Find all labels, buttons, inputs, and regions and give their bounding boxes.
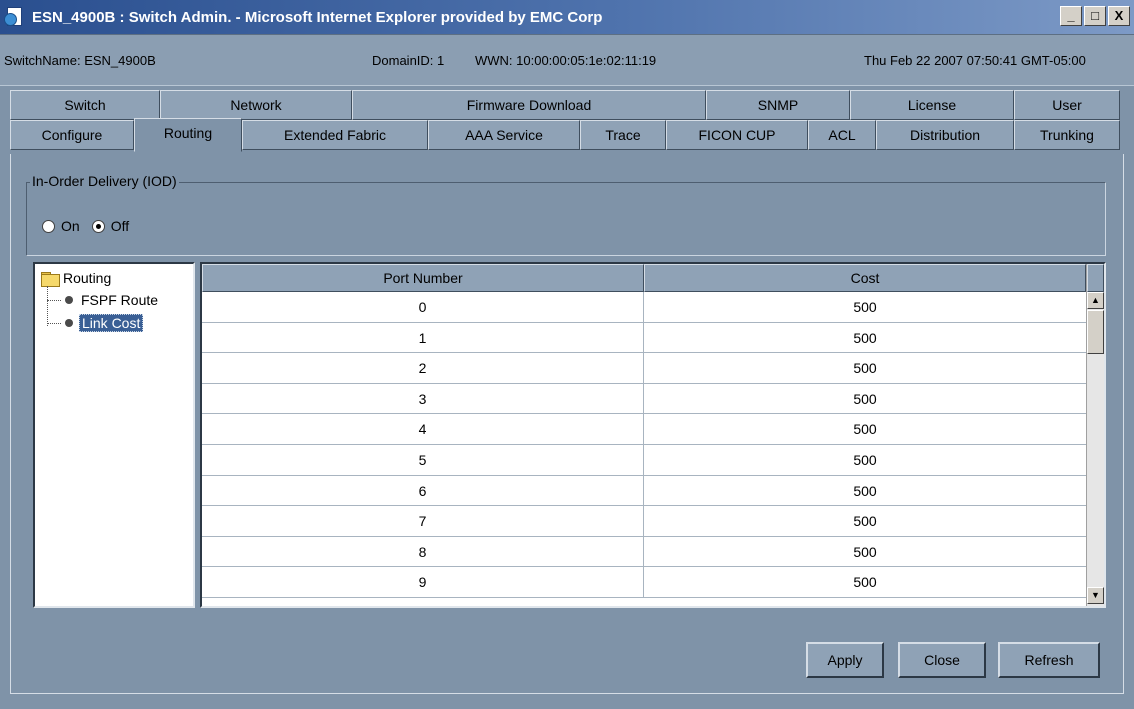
cost-cell[interactable]: 500 bbox=[644, 506, 1086, 536]
switch-admin-window: ESN_4900B : Switch Admin. - Microsoft In… bbox=[0, 0, 1134, 709]
tab-routing[interactable]: Routing bbox=[134, 118, 242, 152]
port-number-cell: 3 bbox=[202, 383, 644, 414]
radio-unchecked-icon bbox=[42, 219, 55, 233]
table-row[interactable]: 5 500 bbox=[202, 444, 1086, 476]
scroll-up-button[interactable]: ▲ bbox=[1087, 292, 1104, 309]
port-number-cell: 4 bbox=[202, 414, 644, 444]
close-button[interactable]: X bbox=[1108, 6, 1130, 26]
apply-button[interactable]: Apply bbox=[806, 642, 884, 678]
bullet-icon bbox=[65, 296, 73, 304]
scrollbar-header-pad bbox=[1087, 264, 1104, 292]
close-dialog-button[interactable]: Close bbox=[898, 642, 986, 678]
bullet-icon bbox=[65, 319, 73, 327]
tab-firmware-download[interactable]: Firmware Download bbox=[352, 90, 706, 120]
tree-root-label: Routing bbox=[63, 270, 112, 286]
tree-item-fspf-route[interactable]: FSPF Route bbox=[47, 292, 160, 308]
tab-configure[interactable]: Configure bbox=[10, 120, 134, 150]
iod-on-label: On bbox=[61, 218, 80, 234]
iod-groupbox bbox=[26, 182, 1106, 256]
domain-id: DomainID: 1 bbox=[372, 53, 445, 68]
port-number-cell: 2 bbox=[202, 353, 644, 383]
switch-name: SwitchName: ESN_4900B bbox=[4, 53, 156, 68]
tab-license[interactable]: License bbox=[850, 90, 1014, 120]
title-bar[interactable]: ESN_4900B : Switch Admin. - Microsoft In… bbox=[0, 0, 1134, 34]
window-title: ESN_4900B : Switch Admin. - Microsoft In… bbox=[32, 8, 603, 26]
iod-off-radio[interactable]: Off bbox=[91, 218, 130, 234]
wwn: WWN: 10:00:00:05:1e:02:11:19 bbox=[475, 53, 657, 68]
tree-item-label: Link Cost bbox=[79, 314, 144, 332]
port-number-cell: 6 bbox=[202, 475, 644, 506]
refresh-button[interactable]: Refresh bbox=[998, 642, 1100, 678]
tab-aaa-service[interactable]: AAA Service bbox=[428, 120, 580, 150]
tab-strip: Switch Network Firmware Download SNMP Li… bbox=[10, 90, 1120, 154]
tree-item-label: FSPF Route bbox=[81, 292, 159, 308]
tab-extended-fabric[interactable]: Extended Fabric bbox=[242, 120, 428, 150]
table-row[interactable]: 9 500 bbox=[202, 567, 1086, 598]
tab-user[interactable]: User bbox=[1014, 90, 1120, 120]
tab-snmp[interactable]: SNMP bbox=[706, 90, 850, 120]
cost-cell[interactable]: 500 bbox=[644, 537, 1086, 567]
table-vertical-scrollbar[interactable]: ▲ ▼ bbox=[1086, 264, 1104, 606]
folder-icon bbox=[41, 271, 60, 287]
iod-legend: In-Order Delivery (IOD) bbox=[30, 173, 179, 189]
cost-cell[interactable]: 500 bbox=[644, 414, 1086, 444]
table-row[interactable]: 7 500 bbox=[202, 506, 1086, 537]
table-row[interactable]: 2 500 bbox=[202, 353, 1086, 384]
table-row[interactable]: 8 500 bbox=[202, 536, 1086, 568]
cost-cell[interactable]: 500 bbox=[644, 323, 1086, 353]
tab-ficon-cup[interactable]: FICON CUP bbox=[666, 120, 808, 150]
date-time: Thu Feb 22 2007 07:50:41 GMT-05:00 bbox=[864, 53, 1086, 68]
table-row[interactable]: 3 500 bbox=[202, 383, 1086, 415]
port-number-cell: 0 bbox=[202, 292, 644, 322]
cost-cell[interactable]: 500 bbox=[644, 445, 1086, 475]
window-controls: _ □ X bbox=[1060, 6, 1130, 26]
tab-switch[interactable]: Switch bbox=[10, 90, 160, 120]
table-row[interactable]: 0 500 bbox=[202, 292, 1086, 323]
port-number-cell: 1 bbox=[202, 322, 644, 353]
cost-cell[interactable]: 500 bbox=[644, 476, 1086, 506]
iod-radio-group: On Off bbox=[42, 218, 141, 234]
port-number-cell: 9 bbox=[202, 567, 644, 597]
table-row[interactable]: 1 500 bbox=[202, 322, 1086, 354]
tree-item-link-cost[interactable]: Link Cost bbox=[47, 314, 144, 332]
routing-tree: Routing FSPF Route Link Cost bbox=[33, 262, 195, 608]
scroll-thumb[interactable] bbox=[1087, 310, 1104, 354]
tab-network[interactable]: Network bbox=[160, 90, 352, 120]
iod-off-label: Off bbox=[110, 218, 130, 234]
tree-root-routing[interactable]: Routing bbox=[41, 270, 112, 287]
internet-explorer-icon bbox=[4, 6, 26, 28]
tab-trace[interactable]: Trace bbox=[580, 120, 666, 150]
column-header-port-number[interactable]: Port Number bbox=[202, 264, 644, 292]
column-header-cost[interactable]: Cost bbox=[644, 264, 1086, 292]
cost-cell[interactable]: 500 bbox=[644, 353, 1086, 383]
table-row[interactable]: 4 500 bbox=[202, 414, 1086, 445]
table-header: Port Number Cost bbox=[202, 264, 1086, 292]
cost-cell[interactable]: 500 bbox=[644, 567, 1086, 597]
radio-checked-icon bbox=[91, 219, 105, 233]
minimize-button[interactable]: _ bbox=[1060, 6, 1082, 26]
tab-distribution[interactable]: Distribution bbox=[876, 120, 1014, 150]
tab-acl[interactable]: ACL bbox=[808, 120, 876, 150]
switch-info-bar: SwitchName: ESN_4900B DomainID: 1 WWN: 1… bbox=[0, 34, 1134, 86]
link-cost-table: Port Number Cost 0 500 1 500 2 500 3 500 4 50… bbox=[200, 262, 1106, 608]
iod-on-radio[interactable]: On bbox=[42, 218, 80, 234]
cost-cell[interactable]: 500 bbox=[644, 384, 1086, 414]
maximize-button[interactable]: □ bbox=[1084, 6, 1106, 26]
table-body: 0 500 1 500 2 500 3 500 4 500 5 500 6 500 7 500 … bbox=[202, 292, 1086, 598]
port-number-cell: 7 bbox=[202, 506, 644, 536]
port-number-cell: 8 bbox=[202, 536, 644, 567]
scroll-down-button[interactable]: ▼ bbox=[1087, 587, 1104, 604]
port-number-cell: 5 bbox=[202, 444, 644, 475]
table-row[interactable]: 6 500 bbox=[202, 475, 1086, 507]
cost-cell[interactable]: 500 bbox=[644, 292, 1086, 322]
tab-trunking[interactable]: Trunking bbox=[1014, 120, 1120, 150]
